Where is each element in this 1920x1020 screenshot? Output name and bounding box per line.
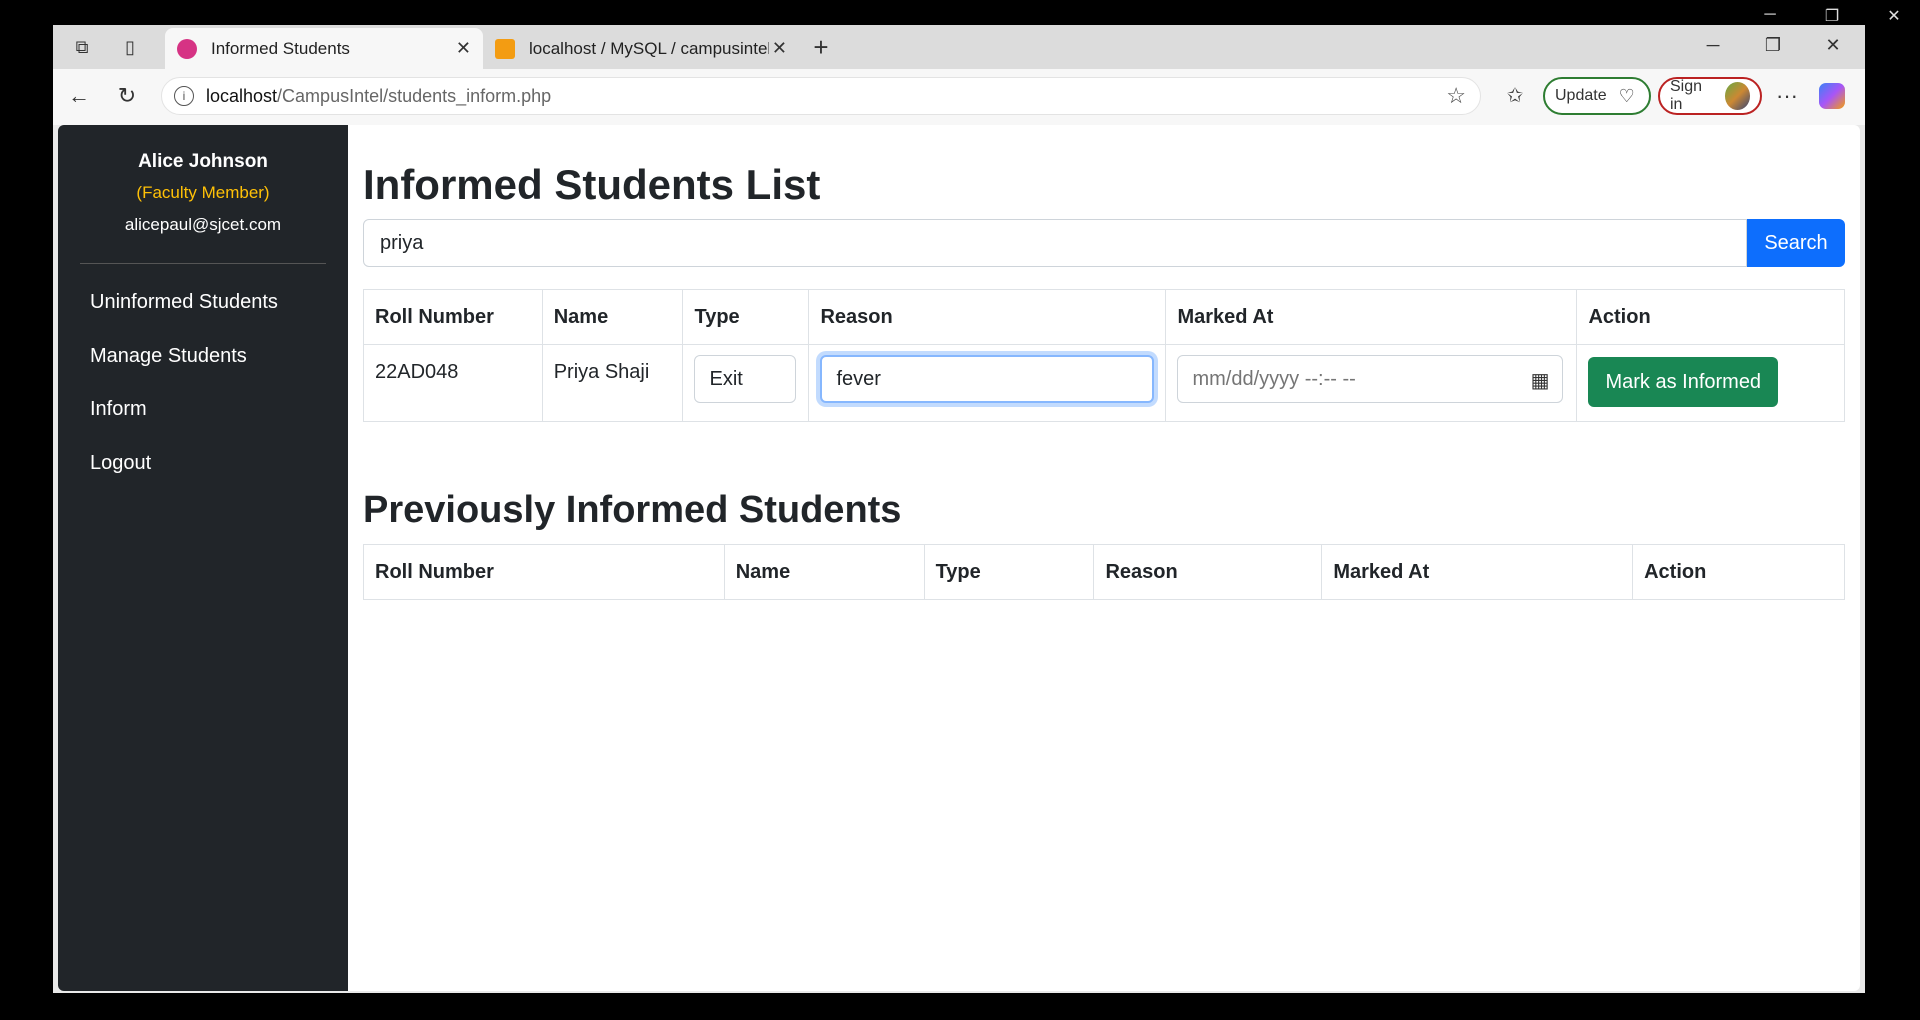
roll-number-cell: 22AD048: [363, 344, 543, 422]
browser-window: ⧉ ▯ Informed Students ✕ localhost / MySQ…: [53, 25, 1865, 993]
sidebar-item-manage-students[interactable]: Manage Students: [90, 345, 247, 368]
column-header: Reason: [808, 289, 1167, 345]
url-path: /CampusIntel/students_inform.php: [277, 85, 552, 106]
tab-informed-students[interactable]: Informed Students ✕: [165, 28, 483, 69]
column-header: Name: [723, 544, 925, 600]
action-cell: Mark as Informed: [1576, 344, 1845, 422]
web-page: Alice Johnson (Faculty Member) alicepaul…: [58, 125, 1860, 991]
url-text: localhost/CampusIntel/students_inform.ph…: [206, 86, 551, 107]
update-button[interactable]: Update ♡: [1543, 77, 1651, 115]
calendar-icon[interactable]: ▦: [1531, 368, 1550, 393]
column-header: Type: [923, 544, 1095, 600]
os-window-controls: ─ ❐ ✕: [1760, 6, 1904, 26]
os-close-button[interactable]: ✕: [1884, 6, 1904, 26]
mark-as-informed-button[interactable]: Mark as Informed: [1588, 357, 1779, 407]
sidebar-item-logout[interactable]: Logout: [90, 452, 151, 475]
sign-in-label: Sign in: [1670, 78, 1703, 113]
column-header: Action: [1632, 544, 1845, 600]
vertical-tabs-icon[interactable]: ▯: [118, 35, 142, 59]
tab-phpmyadmin[interactable]: localhost / MySQL / campusintel / ✕: [483, 28, 799, 69]
workspaces-icon[interactable]: ⧉: [70, 35, 94, 59]
tab-close-icon[interactable]: ✕: [456, 38, 471, 59]
update-label: Update: [1555, 87, 1607, 104]
window-restore-button[interactable]: ❐: [1761, 35, 1785, 56]
sidebar-divider: [80, 263, 326, 264]
column-header: Roll Number: [363, 544, 725, 600]
copilot-icon[interactable]: [1819, 83, 1845, 109]
tab-close-icon[interactable]: ✕: [772, 38, 787, 59]
window-close-button[interactable]: ✕: [1821, 35, 1845, 56]
tab-title: Informed Students: [211, 38, 350, 58]
more-options-icon[interactable]: ···: [1773, 83, 1801, 109]
site-favicon-icon: [177, 38, 197, 59]
informed-students-table: Roll Number Name Type Reason Marked At A…: [363, 289, 1845, 422]
reason-field[interactable]: [820, 355, 1155, 403]
page-title: Informed Students List: [363, 161, 821, 208]
navigation-bar: ← ↻ i localhost/CampusIntel/students_inf…: [53, 69, 1865, 125]
back-icon[interactable]: ←: [65, 83, 93, 109]
sidebar-item-uninformed-students[interactable]: Uninformed Students: [90, 291, 278, 314]
favorites-icon[interactable]: ✩: [1501, 83, 1529, 108]
type-field[interactable]: [694, 355, 797, 403]
table-row: 22AD048 Priya Shaji ▦: [363, 344, 1845, 422]
sign-in-button[interactable]: Sign in: [1658, 77, 1762, 115]
search-button[interactable]: Search: [1747, 219, 1845, 267]
site-info-icon[interactable]: i: [174, 86, 194, 106]
column-header: Action: [1576, 289, 1845, 345]
name-cell: Priya Shaji: [541, 344, 684, 422]
table-header-row: Roll Number Name Type Reason Marked At A…: [363, 544, 1845, 600]
favorite-star-icon[interactable]: ☆: [1446, 83, 1466, 109]
previously-informed-table: Roll Number Name Type Reason Marked At A…: [363, 544, 1845, 600]
column-header: Name: [541, 289, 684, 345]
marked-at-field[interactable]: [1177, 355, 1564, 403]
datetime-picker[interactable]: ▦: [1177, 355, 1564, 403]
phpmyadmin-favicon-icon: [495, 38, 515, 59]
address-bar[interactable]: i localhost/CampusIntel/students_inform.…: [161, 77, 1481, 115]
main-content: Informed Students List Search Roll Numbe…: [363, 125, 1845, 991]
tab-strip: ⧉ ▯ Informed Students ✕ localhost / MySQ…: [53, 25, 1865, 69]
user-email: alicepaul@sjcet.com: [124, 215, 282, 234]
column-header: Reason: [1093, 544, 1323, 600]
type-cell: [682, 344, 810, 422]
new-tab-button[interactable]: +: [809, 34, 833, 60]
previous-section-title: Previously Informed Students: [363, 489, 902, 531]
column-header: Type: [682, 289, 810, 345]
reason-cell: [808, 344, 1167, 422]
table-header-row: Roll Number Name Type Reason Marked At A…: [363, 289, 1845, 345]
user-role: (Faculty Member): [136, 183, 270, 202]
column-header: Roll Number: [363, 289, 543, 345]
reload-icon[interactable]: ↻: [113, 83, 141, 109]
sidebar: Alice Johnson (Faculty Member) alicepaul…: [58, 125, 348, 991]
profile-avatar-icon: [1724, 82, 1750, 110]
window-minimize-button[interactable]: ─: [1701, 35, 1725, 56]
column-header: Marked At: [1165, 289, 1578, 345]
user-name: Alice Johnson: [138, 151, 268, 172]
os-minimize-button[interactable]: ─: [1760, 6, 1780, 26]
os-restore-button[interactable]: ❐: [1822, 6, 1842, 26]
url-host: localhost: [206, 85, 278, 106]
column-header: Marked At: [1321, 544, 1634, 600]
tab-title: localhost / MySQL / campusintel /: [529, 38, 769, 58]
sidebar-item-inform[interactable]: Inform: [90, 398, 147, 421]
search-input[interactable]: [363, 219, 1747, 267]
marked-at-cell: ▦: [1165, 344, 1578, 422]
update-heart-icon: ♡: [1618, 85, 1635, 106]
